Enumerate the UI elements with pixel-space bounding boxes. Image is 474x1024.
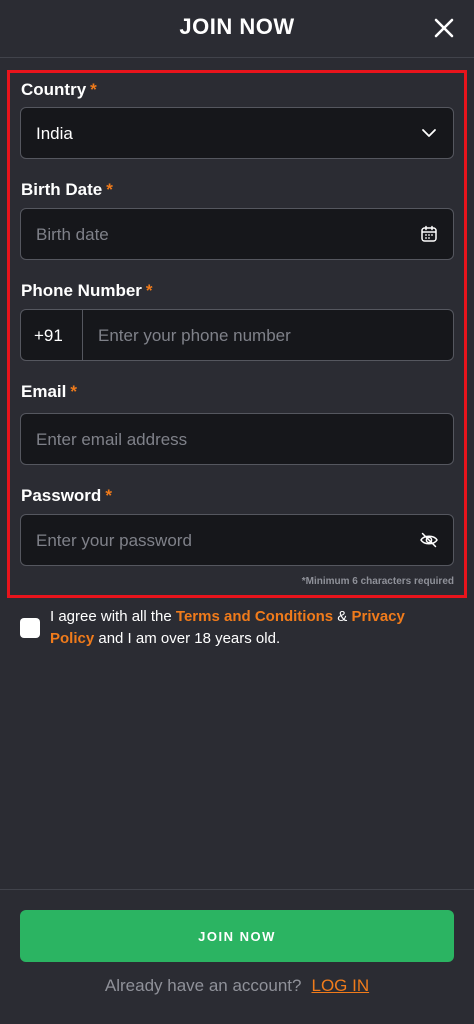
birth-date-label: Birth Date *: [21, 180, 113, 199]
password-placeholder: Enter your password: [36, 531, 192, 550]
header: JOIN NOW: [0, 0, 474, 58]
required-marker: *: [90, 80, 97, 99]
password-hint: *Minimum 6 characters required: [301, 576, 454, 587]
close-icon: [434, 18, 454, 38]
page-title: JOIN NOW: [179, 14, 295, 39]
country-label: Country *: [21, 80, 97, 99]
phone-prefix-value: +91: [34, 326, 63, 345]
email-label: Email *: [21, 382, 77, 401]
phone-label: Phone Number *: [21, 281, 153, 300]
close-button[interactable]: [430, 14, 458, 42]
calendar-icon[interactable]: [419, 224, 439, 244]
footer-divider: [0, 889, 474, 890]
chevron-down-icon: [422, 129, 436, 137]
terms-link[interactable]: Terms and Conditions: [176, 608, 333, 625]
join-now-button[interactable]: JOIN NOW: [20, 910, 454, 962]
eye-off-icon[interactable]: [419, 530, 439, 550]
country-value: India: [36, 124, 73, 143]
required-marker: *: [105, 486, 112, 505]
login-prompt: Already have an account? LOG IN: [0, 976, 474, 996]
agree-checkbox[interactable]: [20, 618, 40, 638]
birth-date-placeholder: Birth date: [36, 225, 109, 244]
phone-field[interactable]: +91 Enter your phone number: [20, 309, 454, 361]
required-marker: *: [70, 382, 77, 401]
join-now-label: JOIN NOW: [198, 929, 276, 944]
email-placeholder: Enter email address: [36, 430, 188, 449]
login-link[interactable]: LOG IN: [311, 976, 369, 995]
country-select[interactable]: India: [20, 107, 454, 159]
required-marker: *: [106, 180, 113, 199]
required-marker: *: [145, 281, 153, 300]
birth-date-field[interactable]: Birth date: [20, 208, 454, 260]
password-field[interactable]: Enter your password: [20, 514, 454, 566]
agree-text: I agree with all the Terms and Condition…: [50, 608, 405, 647]
account-prompt-text: Already have an account?: [104, 976, 302, 995]
email-field[interactable]: Enter email address: [20, 413, 454, 465]
password-label: Password *: [21, 486, 112, 505]
phone-prefix: +91: [21, 310, 83, 360]
phone-placeholder: Enter your phone number: [98, 326, 291, 345]
